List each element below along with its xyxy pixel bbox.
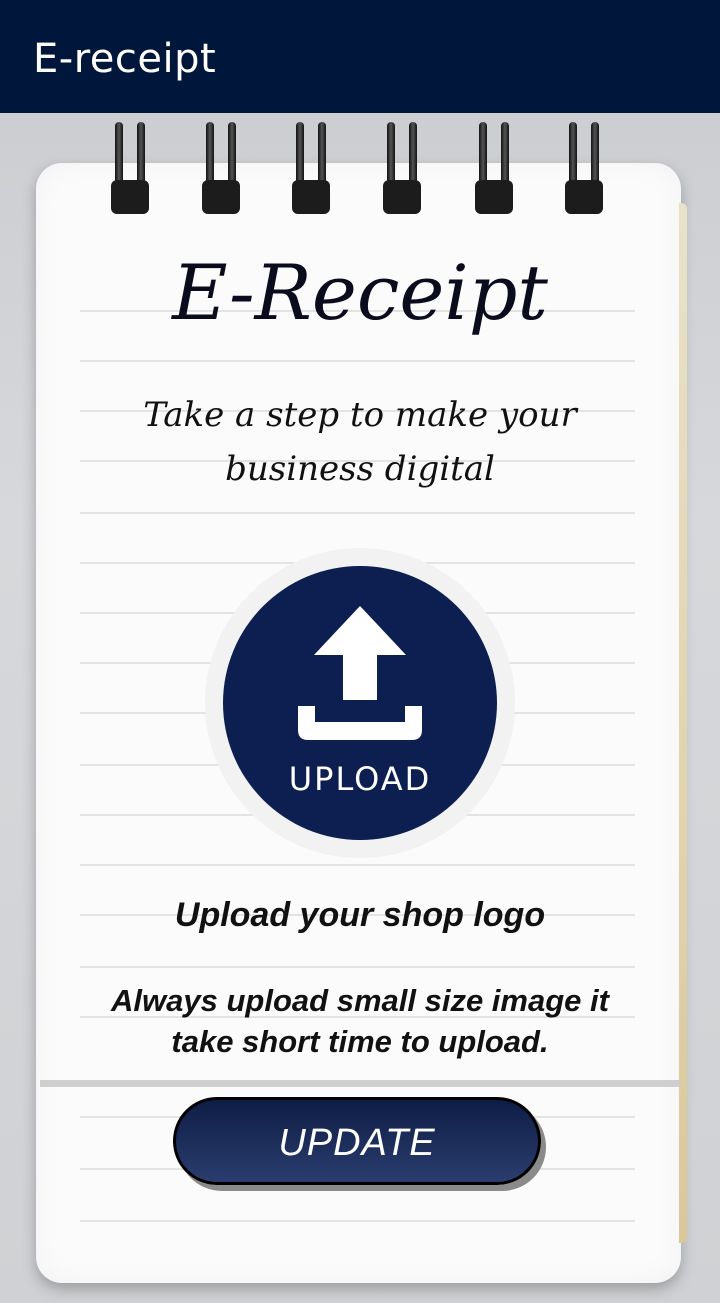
binder-ring: [202, 122, 240, 214]
upload-note-line-2: take short time to upload.: [171, 1024, 549, 1059]
upload-icon: [298, 606, 422, 740]
ruled-line: [80, 864, 635, 866]
ruled-line: [80, 360, 635, 362]
ruled-line: [80, 1220, 635, 1222]
update-button-label: UPDATE: [278, 1122, 436, 1164]
app-title: E-receipt: [33, 36, 217, 82]
binder-ring: [383, 122, 421, 214]
ruled-line: [80, 966, 635, 968]
upload-label: UPLOAD: [288, 760, 432, 798]
tagline-line-1: Take a step to make your: [143, 395, 577, 435]
notepad-edge: [679, 203, 687, 1243]
upload-note: Always upload small size image it take s…: [100, 980, 620, 1062]
upload-logo-button[interactable]: UPLOAD: [223, 566, 497, 840]
binder-ring: [292, 122, 330, 214]
binder-ring: [475, 122, 513, 214]
upload-heading: Upload your shop logo: [174, 896, 546, 934]
ruled-line: [80, 512, 635, 514]
upload-note-line-1: Always upload small size image it: [111, 983, 609, 1018]
tagline: Take a step to make your business digita…: [120, 388, 600, 496]
tagline-line-2: business digital: [225, 449, 495, 489]
divider: [40, 1080, 680, 1087]
notepad-title: E-Receipt: [172, 248, 548, 337]
app-bar: E-receipt: [0, 0, 720, 113]
binder-ring: [565, 122, 603, 214]
binder-ring: [111, 122, 149, 214]
update-button[interactable]: UPDATE: [173, 1097, 541, 1185]
